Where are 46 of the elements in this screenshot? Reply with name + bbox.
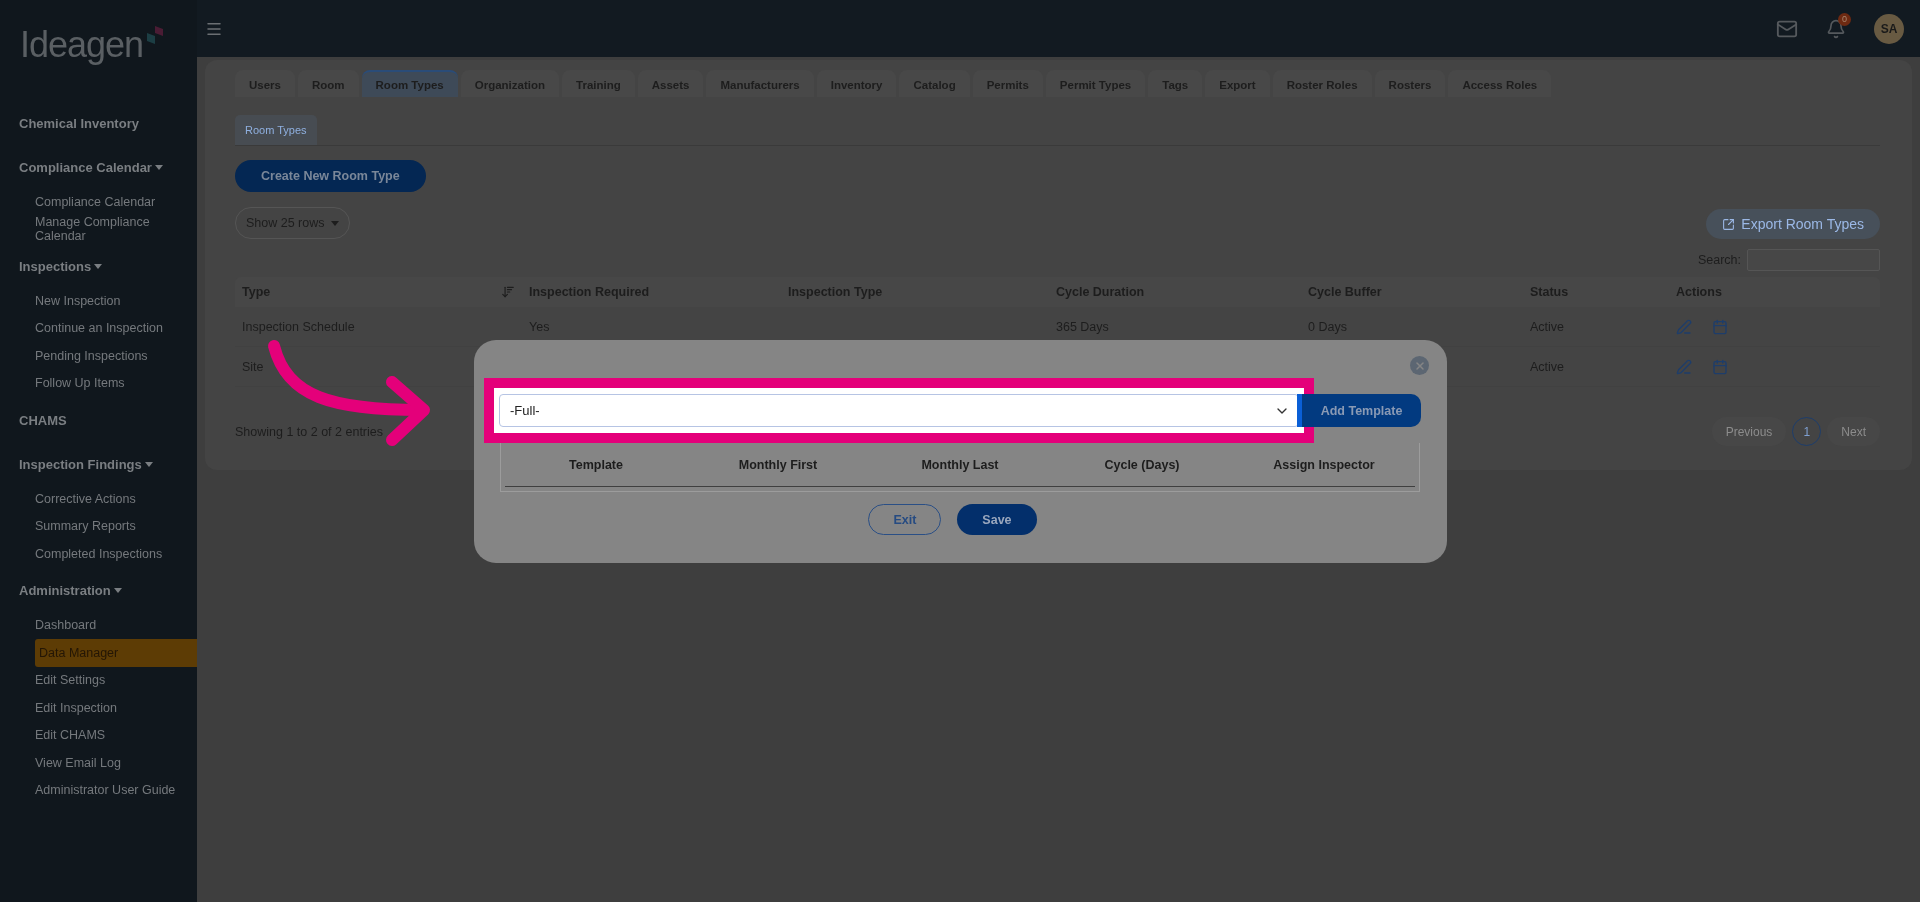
sidebar-section[interactable]: Chemical Inventory	[0, 108, 197, 138]
sidebar-item[interactable]: Edit Inspection	[35, 694, 197, 722]
bell-icon[interactable]	[1826, 18, 1846, 39]
close-icon	[1413, 359, 1426, 372]
notification-badge: 0	[1838, 12, 1851, 26]
create-button[interactable]: Create New Room Type	[235, 160, 426, 192]
sidebar-item[interactable]: Pending Inspections	[35, 342, 197, 370]
close-button[interactable]	[1410, 356, 1429, 375]
sidebar-section[interactable]: Administration	[0, 575, 197, 606]
sidebar-item[interactable]: Data Manager	[35, 639, 197, 667]
sidebar-item[interactable]: Edit Settings	[35, 666, 197, 694]
tab[interactable]: Room Types	[361, 70, 458, 97]
save-button[interactable]: Save	[957, 504, 1037, 535]
sidebar-item[interactable]: View Email Log	[35, 749, 197, 777]
sort-icon[interactable]	[501, 285, 515, 299]
sidebar-item[interactable]: Compliance Calendar	[35, 188, 197, 216]
sidebar-item[interactable]: Summary Reports	[35, 512, 197, 540]
sidebar-item[interactable]: Continue an Inspection	[35, 314, 197, 342]
export-button[interactable]: Export Room Types	[1706, 209, 1880, 239]
sidebar-item[interactable]: Follow Up Items	[35, 369, 197, 397]
logo-text: Ideagen	[20, 24, 144, 66]
column-header: Assign Inspector	[1272, 457, 1376, 472]
sidebar-section[interactable]: Inspection Findings	[0, 449, 197, 479]
sub-tab[interactable]: Room Types	[235, 115, 317, 145]
user-avatar[interactable]: SA	[1874, 13, 1904, 44]
sidebar-section[interactable]: CHAMS	[0, 405, 197, 435]
sidebar-item[interactable]: New Inspection	[35, 287, 197, 315]
column-header: Cycle (Days)	[1103, 457, 1181, 472]
sidebar-section[interactable]: Compliance Calendar	[0, 152, 197, 182]
sidebar-section[interactable]: Inspections	[0, 251, 197, 281]
export-icon	[1722, 217, 1736, 231]
sidebar-item[interactable]: Administrator User Guide	[35, 776, 197, 804]
column-header: Template	[568, 457, 624, 472]
edit-icon[interactable]	[1676, 318, 1692, 335]
sidebar-item[interactable]: Manage Compliance Calendar	[35, 215, 197, 243]
sidebar-item[interactable]: Completed Inspections	[35, 540, 197, 568]
column-header: Monthly First	[737, 457, 819, 472]
sidebar-item[interactable]: Dashboard	[35, 611, 197, 639]
edit-icon[interactable]	[1676, 358, 1692, 375]
calendar-icon[interactable]	[1712, 358, 1728, 375]
calendar-icon[interactable]	[1712, 318, 1728, 335]
add-template-button[interactable]: Add Template	[1297, 394, 1421, 427]
caret-icon	[330, 220, 339, 226]
column-header: Monthly Last	[920, 457, 1000, 472]
sidebar-item[interactable]: Corrective Actions	[35, 485, 197, 513]
sidebar-item[interactable]: Edit CHAMS	[35, 721, 197, 749]
